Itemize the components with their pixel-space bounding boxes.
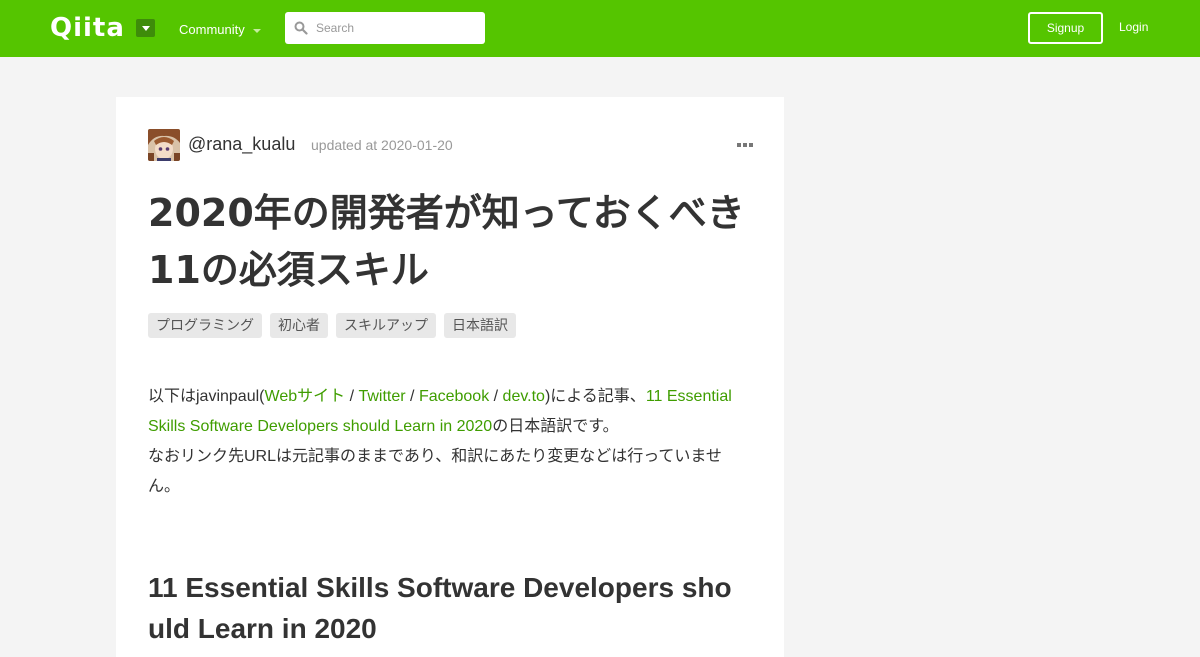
avatar-image: [148, 129, 180, 161]
community-label: Community: [179, 22, 245, 37]
search-box[interactable]: [285, 12, 485, 44]
search-icon: [294, 21, 308, 35]
article-card: @rana_kualu updated at 2020-01-20 2020年の…: [116, 97, 784, 657]
tag-programming[interactable]: プログラミング: [148, 313, 262, 338]
author-avatar[interactable]: [148, 129, 180, 161]
facebook-link[interactable]: Facebook: [419, 388, 489, 405]
website-link[interactable]: Webサイト: [265, 388, 346, 405]
article-title: 2020年の開発者が知っておくべき11の必須スキル: [148, 191, 745, 292]
qiita-logo[interactable]: Qiita: [50, 13, 125, 43]
tag-list: プログラミング 初心者 スキルアップ 日本語訳: [148, 313, 516, 338]
community-menu[interactable]: Community: [179, 22, 261, 37]
global-header: Qiita Community Signup Login: [0, 0, 1200, 57]
caret-down-icon: [252, 28, 261, 33]
author-name[interactable]: @rana_kualu: [188, 134, 295, 155]
chevron-down-icon: [141, 25, 150, 31]
tag-beginner[interactable]: 初心者: [270, 313, 328, 338]
section-heading: 11 Essential Skills Software Developers …: [148, 572, 732, 644]
tag-skill-up[interactable]: スキルアップ: [336, 313, 436, 338]
twitter-link[interactable]: Twitter: [358, 388, 405, 405]
search-input[interactable]: [316, 12, 481, 44]
note-text: なおリンク先URLは元記事のままであり、和訳にあたり変更などは行っていません。: [148, 448, 722, 495]
article-body: 以下はjavinpaul(Webサイト / Twitter / Facebook…: [148, 382, 748, 502]
intro-paragraph: 以下はjavinpaul(Webサイト / Twitter / Facebook…: [148, 388, 732, 495]
more-options-icon[interactable]: [737, 143, 753, 147]
signup-button[interactable]: Signup: [1028, 12, 1103, 44]
login-link[interactable]: Login: [1119, 20, 1148, 34]
logo-menu-button[interactable]: [136, 19, 155, 37]
tag-japanese-translation[interactable]: 日本語訳: [444, 313, 516, 338]
updated-date: updated at 2020-01-20: [311, 137, 453, 153]
devto-link[interactable]: dev.to: [503, 388, 545, 405]
